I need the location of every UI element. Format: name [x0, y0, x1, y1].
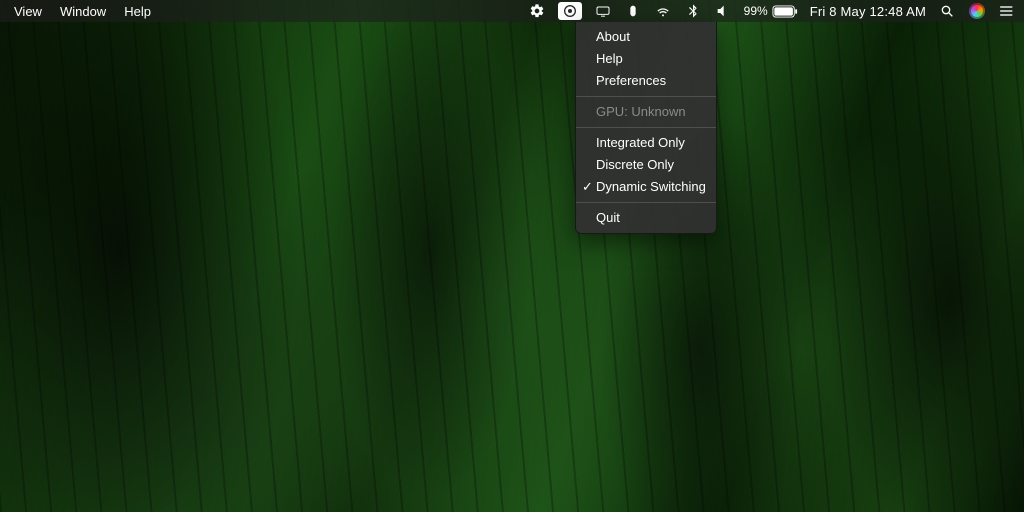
menubar: View Window Help 99% Fri 8 May 12:48 AM — [0, 0, 1024, 22]
volume-icon[interactable] — [714, 2, 732, 20]
bluetooth-icon[interactable] — [684, 2, 702, 20]
wifi-icon[interactable] — [654, 2, 672, 20]
mouse-icon[interactable] — [624, 2, 642, 20]
gpu-switch-menu: About Help Preferences GPU: Unknown Inte… — [575, 22, 717, 234]
menu-item-gpu-status: GPU: Unknown — [576, 101, 716, 123]
menu-item-integrated-only[interactable]: Integrated Only — [576, 132, 716, 154]
menubar-right: 99% Fri 8 May 12:48 AM — [528, 2, 1016, 20]
gear-icon[interactable] — [528, 2, 546, 20]
notification-center-icon[interactable] — [998, 2, 1016, 20]
menu-item-about[interactable]: About — [576, 26, 716, 48]
display-icon[interactable] — [594, 2, 612, 20]
menu-item-discrete-only[interactable]: Discrete Only — [576, 154, 716, 176]
gpu-switch-icon[interactable] — [558, 2, 582, 20]
menu-separator — [576, 202, 716, 203]
battery-status[interactable]: 99% — [744, 4, 798, 18]
menu-window[interactable]: Window — [60, 4, 106, 19]
menu-item-quit[interactable]: Quit — [576, 207, 716, 229]
menu-separator — [576, 96, 716, 97]
siri-icon[interactable] — [968, 2, 986, 20]
menu-view[interactable]: View — [14, 4, 42, 19]
menu-help[interactable]: Help — [124, 4, 151, 19]
spotlight-icon[interactable] — [938, 2, 956, 20]
desktop-wallpaper — [0, 0, 1024, 512]
menu-item-dynamic-switching[interactable]: Dynamic Switching — [576, 176, 716, 198]
menu-separator — [576, 127, 716, 128]
menu-item-preferences[interactable]: Preferences — [576, 70, 716, 92]
menu-item-help[interactable]: Help — [576, 48, 716, 70]
battery-percent-label: 99% — [744, 4, 768, 18]
menubar-left: View Window Help — [14, 4, 151, 19]
menubar-clock[interactable]: Fri 8 May 12:48 AM — [810, 4, 926, 19]
